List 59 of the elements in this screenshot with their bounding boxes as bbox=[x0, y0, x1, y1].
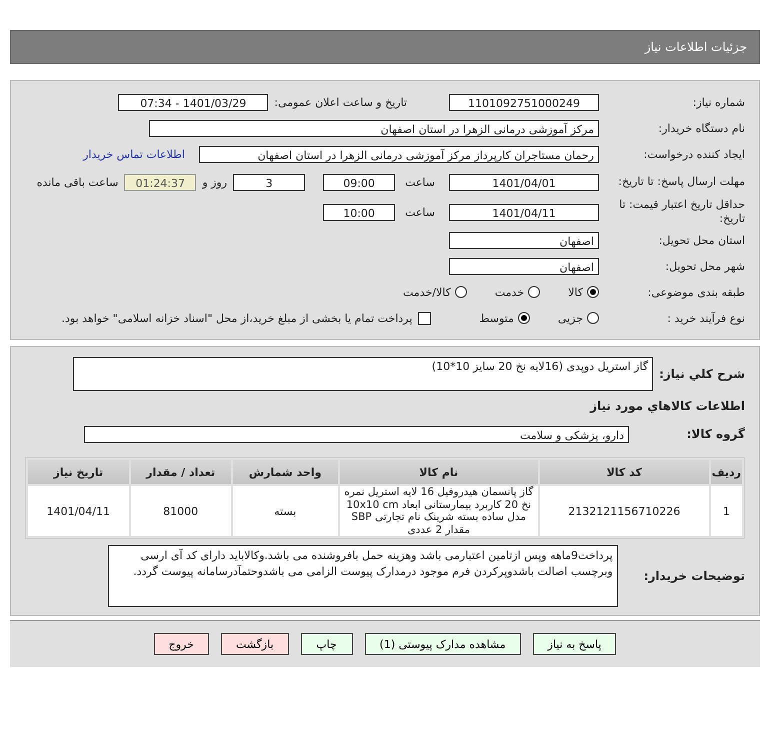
process-radio[interactable]: جزیی bbox=[558, 312, 599, 324]
announce-date-field: 1401/03/29 - 07:34 bbox=[118, 94, 268, 110]
column-header: تاریخ نیاز bbox=[28, 460, 129, 484]
table-cell: بسته bbox=[232, 486, 338, 536]
buyer-contact-link[interactable]: اطلاعات تماس خریدار bbox=[83, 148, 185, 160]
column-header: تعداد / مقدار bbox=[130, 460, 231, 484]
field-label: گروه کالا: bbox=[686, 427, 745, 441]
summary-field: گاز استریل دوپدی (16لایه نخ 20 سایز 10*10) bbox=[73, 357, 654, 391]
need-number-field: 1101092751000249 bbox=[449, 94, 599, 110]
table-cell: 2132121156710226 bbox=[540, 486, 709, 536]
remaining-label: ساعت باقی مانده bbox=[36, 176, 118, 188]
field-label: شماره نیاز: bbox=[692, 96, 745, 108]
deadline-time-field: 09:00 bbox=[323, 174, 396, 190]
column-header: ردیف bbox=[710, 460, 742, 484]
field-label: استان محل تحویل: bbox=[658, 234, 745, 246]
column-header: واحد شمارش bbox=[232, 460, 338, 484]
table-cell: 1401/04/11 bbox=[28, 486, 129, 536]
field-label: تاریخ و ساعت اعلان عمومی: bbox=[274, 96, 407, 108]
table-cell: 1 bbox=[710, 486, 742, 536]
table-cell: گاز پانسمان هیدروفیل 16 لایه استریل نمره نخ 20 کاربرد بیمارستانی ابعاد 10x10 cm مدل ساده بسته شرینک نام تجارتی SBP مقدار 2 عددی bbox=[340, 486, 538, 536]
time-label: ساعت bbox=[405, 206, 435, 218]
treasury-checkbox[interactable] bbox=[418, 312, 432, 324]
field-label: ایجاد کننده درخواست: bbox=[642, 148, 745, 160]
requester-field: رحمان مستاجران کارپرداز مرکز آموزشی درمانی الزهرا در استان اصفهان bbox=[199, 146, 599, 162]
category-radio[interactable]: خدمت bbox=[494, 286, 540, 298]
field-label: مهلت ارسال پاسخ: تا تاریخ: bbox=[617, 175, 745, 189]
category-radio[interactable]: کالا bbox=[568, 286, 599, 298]
field-label: شهر محل تحویل: bbox=[664, 260, 745, 272]
form-button[interactable]: خروج bbox=[154, 633, 209, 656]
column-header: کد کالا bbox=[540, 460, 709, 484]
field-label: نام دستگاه خریدار: bbox=[657, 122, 745, 134]
field-label: طبقه بندی موضوعی: bbox=[646, 286, 745, 298]
field-label: نوع فرآیند خرید : bbox=[666, 312, 745, 324]
time-label: ساعت bbox=[405, 176, 435, 188]
form-button[interactable]: پاسخ به نیاز bbox=[532, 633, 616, 656]
process-radio[interactable]: متوسط bbox=[479, 312, 530, 324]
goods-group-field: دارو، پزشکی و سلامت bbox=[84, 426, 629, 442]
province-field: اصفهان bbox=[449, 232, 599, 248]
header-title: جزئیات اطلاعات نیاز bbox=[644, 40, 747, 54]
category-radio[interactable]: کالا/خدمت bbox=[403, 286, 467, 298]
table-cell: 81000 bbox=[130, 486, 231, 536]
city-field: اصفهان bbox=[449, 258, 599, 274]
section-heading: اطلاعات كالاهاي مورد نياز bbox=[590, 398, 745, 415]
form-button[interactable]: بازگشت bbox=[220, 633, 289, 656]
form-button[interactable]: مشاهده مدارک پیوستی (1) bbox=[364, 633, 521, 656]
validity-time-field: 10:00 bbox=[323, 204, 396, 220]
buyer-notes-field: پرداخت9ماهه وپس ازتامین اعتبارمی باشد وهزینه حمل بافروشنده می باشد.وکالاباید دارای کد آی ارسی وبرچسب اصالت باشدوپرکردن فرم موجود درمدارک پیوست الزامی می باشدوحتمآدرسامانه پیوست گردد. bbox=[108, 545, 618, 608]
days-field: 3 bbox=[233, 174, 306, 190]
form-button[interactable]: چاپ bbox=[300, 633, 353, 656]
days-label: روز و bbox=[202, 176, 228, 188]
buyer-field: مرکز آموزشی درمانی الزهرا در استان اصفهان bbox=[149, 120, 599, 136]
deadline-date-field: 1401/04/01 bbox=[449, 174, 599, 190]
field-label: شرح کلي نياز: bbox=[659, 367, 745, 381]
field-label: حداقل تاریخ اعتبار قیمت: تا تاریخ: bbox=[618, 198, 745, 226]
column-header: نام کالا bbox=[340, 460, 538, 484]
validity-date-field: 1401/04/11 bbox=[449, 204, 599, 220]
remaining-time-field: 01:24:37 bbox=[124, 174, 196, 190]
treasury-note: پرداخت تمام یا بخشی از مبلغ خرید،از محل "اسناد خزانه اسلامی" خواهد بود. bbox=[62, 312, 412, 324]
field-label: توضیحات خریدار: bbox=[644, 569, 745, 584]
